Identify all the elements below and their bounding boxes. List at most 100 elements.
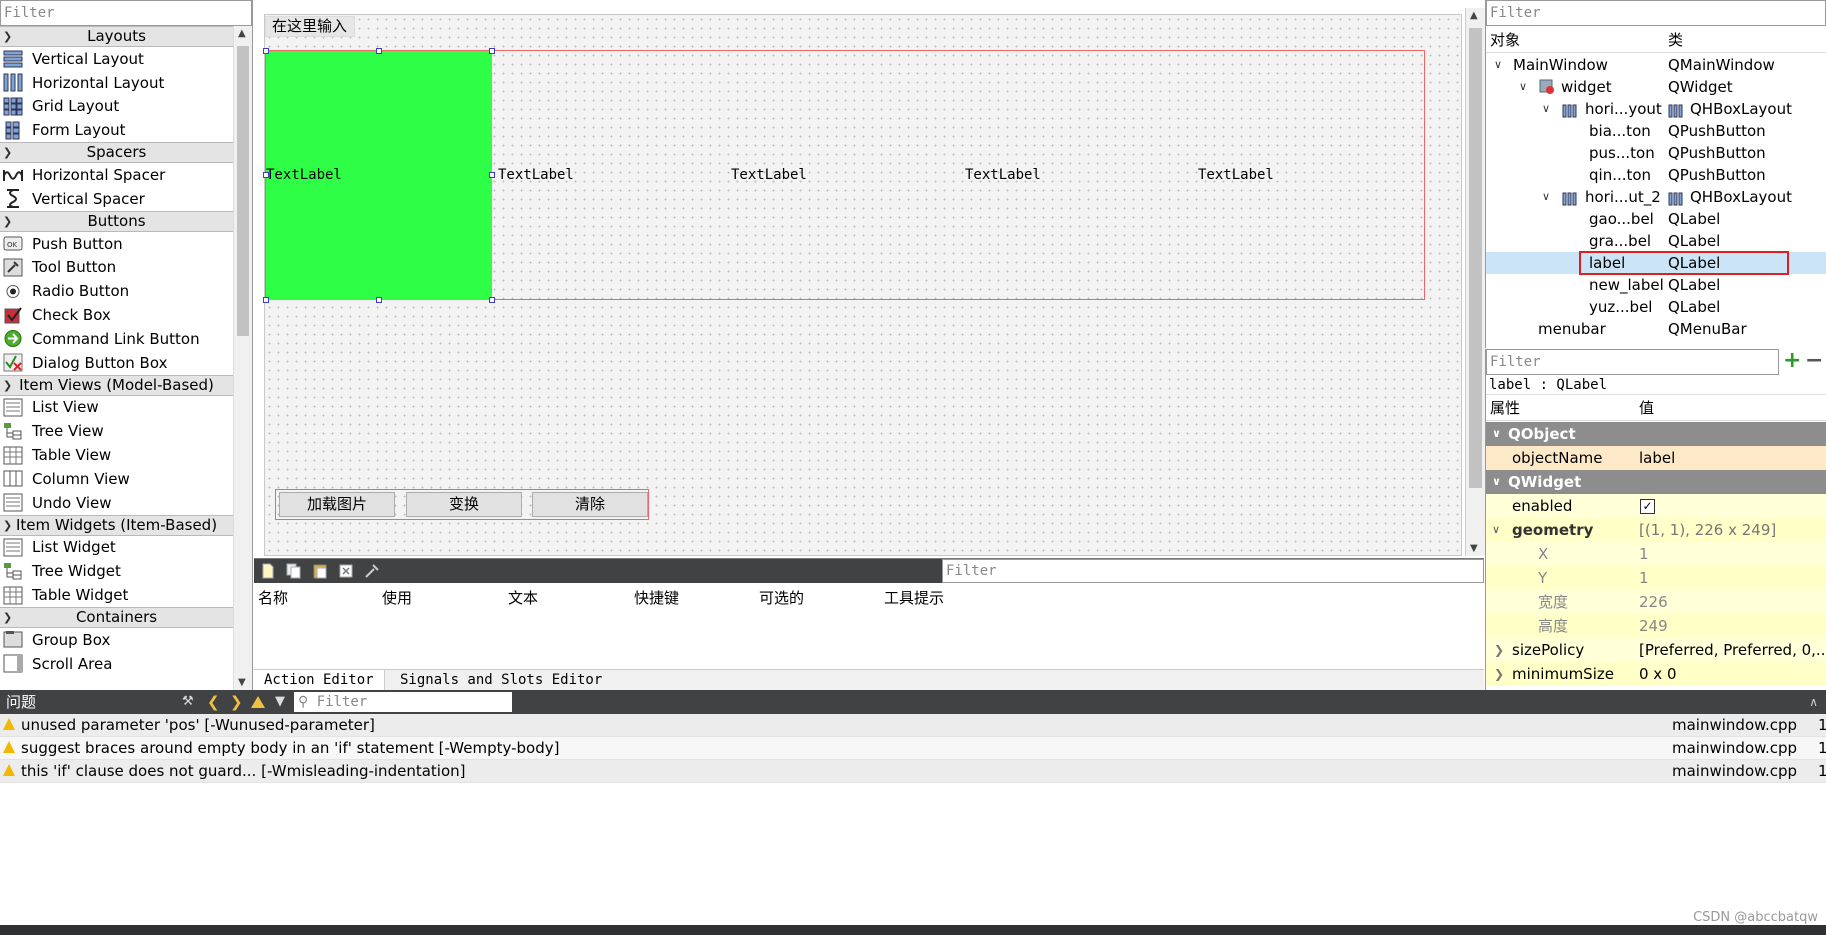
scroll-down-icon[interactable]: ▼: [238, 677, 246, 688]
widget-radio-button[interactable]: Radio Button: [0, 279, 233, 303]
widget-box-filter-input[interactable]: Filter: [0, 0, 252, 26]
category-item-widgets[interactable]: ❯ Item Widgets (Item-Based): [0, 514, 233, 536]
property-value[interactable]: 0 x 0: [1639, 662, 1677, 686]
column-header-shortcut[interactable]: 快捷键: [634, 587, 679, 608]
resize-handle[interactable]: [489, 172, 495, 178]
widget-tree-widget[interactable]: Tree Widget: [0, 559, 233, 583]
tree-row-label-selected[interactable]: label QLabel: [1486, 251, 1826, 275]
next-icon[interactable]: ❯: [230, 690, 243, 714]
enabled-checkbox[interactable]: ✓: [1640, 499, 1655, 514]
column-header-name[interactable]: 名称: [258, 587, 288, 608]
build-icon[interactable]: ⚒: [182, 690, 194, 714]
tree-row-new-label[interactable]: new_label QLabel: [1486, 274, 1826, 296]
column-header-value[interactable]: 值: [1639, 395, 1654, 421]
widget-horizontal-spacer[interactable]: Horizontal Spacer: [0, 163, 233, 187]
tree-row-menubar[interactable]: menubar QMenuBar: [1486, 318, 1826, 340]
issue-row[interactable]: unused parameter 'pos' [-Wunused-paramet…: [0, 714, 1826, 737]
warning-filter-icon[interactable]: [251, 696, 265, 708]
property-row-enabled[interactable]: enabled ✓: [1486, 494, 1826, 518]
delete-action-icon[interactable]: [338, 563, 354, 579]
column-header-text[interactable]: 文本: [508, 587, 538, 608]
chevron-down-icon[interactable]: ∨: [1492, 422, 1501, 446]
column-header-object[interactable]: 对象: [1490, 29, 1520, 50]
new-action-icon[interactable]: [260, 563, 276, 579]
widget-push-button[interactable]: OK Push Button: [0, 232, 233, 256]
tree-row-bia-button[interactable]: bia...ton QPushButton: [1486, 120, 1826, 142]
resize-handle[interactable]: [376, 297, 382, 303]
column-header-class[interactable]: 类: [1668, 29, 1683, 50]
property-filter-input[interactable]: Filter: [1486, 349, 1779, 375]
property-value[interactable]: [(1, 1), 226 x 249]: [1639, 518, 1776, 542]
resize-handle[interactable]: [376, 48, 382, 54]
resize-handle[interactable]: [489, 48, 495, 54]
tree-row-yuz-label[interactable]: yuz...bel QLabel: [1486, 296, 1826, 318]
object-filter-input[interactable]: Filter: [1486, 0, 1826, 26]
issue-row[interactable]: this 'if' clause does not guard... [-Wmi…: [0, 760, 1826, 783]
chevron-up-icon[interactable]: ∧: [1809, 690, 1818, 714]
widget-scroll-area[interactable]: Scroll Area: [0, 652, 233, 676]
chevron-down-icon[interactable]: ∨: [1519, 76, 1527, 98]
widget-horizontal-layout[interactable]: Horizontal Layout: [0, 71, 233, 95]
property-group-qobject[interactable]: ∨ QObject: [1486, 422, 1826, 446]
category-spacers[interactable]: ❯ Spacers: [0, 142, 233, 164]
text-label-4[interactable]: TextLabel: [965, 167, 1041, 183]
chevron-right-icon[interactable]: ❯: [1494, 638, 1504, 662]
tab-action-editor[interactable]: Action Editor: [254, 670, 385, 692]
property-value[interactable]: label: [1639, 446, 1675, 470]
clear-button[interactable]: 清除: [532, 492, 648, 517]
chevron-right-icon[interactable]: ❯: [1494, 662, 1504, 686]
property-value[interactable]: [Preferred, Preferred, 0,...: [1639, 638, 1826, 662]
text-label-5[interactable]: TextLabel: [1198, 167, 1274, 183]
remove-property-icon[interactable]: −: [1805, 350, 1823, 372]
chevron-down-icon[interactable]: ∨: [1494, 54, 1502, 76]
scroll-up-icon[interactable]: ▲: [238, 28, 246, 39]
column-header-used[interactable]: 使用: [382, 587, 412, 608]
chevron-down-icon[interactable]: ∨: [1492, 518, 1500, 542]
scroll-down-icon[interactable]: ▼: [1470, 543, 1478, 554]
property-value[interactable]: 1: [1639, 566, 1649, 590]
property-row-x[interactable]: X1: [1486, 542, 1826, 566]
property-row-objectname[interactable]: objectName label: [1486, 446, 1826, 470]
widget-form-layout[interactable]: Form Layout: [0, 118, 233, 142]
category-layouts[interactable]: ❯ Layouts: [0, 26, 233, 47]
property-value[interactable]: 249: [1639, 614, 1668, 638]
tree-row-gao-label[interactable]: gao...bel QLabel: [1486, 208, 1826, 230]
widget-table-view[interactable]: Table View: [0, 443, 233, 467]
scroll-up-icon[interactable]: ▲: [1470, 10, 1478, 21]
widget-vertical-spacer[interactable]: Vertical Spacer: [0, 187, 233, 211]
widget-dialog-button-box[interactable]: Dialog Button Box: [0, 351, 233, 375]
widget-list-widget[interactable]: List Widget: [0, 536, 233, 560]
text-label-new-label[interactable]: TextLabel: [498, 167, 574, 183]
chevron-down-icon[interactable]: ∨: [1492, 470, 1501, 494]
widget-check-box[interactable]: Check Box: [0, 303, 233, 327]
resize-handle[interactable]: [489, 297, 495, 303]
tab-signals-slots-editor[interactable]: Signals and Slots Editor: [390, 670, 612, 692]
widget-tool-button[interactable]: Tool Button: [0, 256, 233, 280]
tree-row-pus-button[interactable]: pus...ton QPushButton: [1486, 142, 1826, 164]
resize-handle[interactable]: [263, 48, 269, 54]
tree-row-widget[interactable]: ∨ widget QWidget: [1486, 76, 1826, 98]
property-group-qwidget[interactable]: ∨ QWidget: [1486, 470, 1826, 494]
widget-command-link-button[interactable]: Command Link Button: [0, 327, 233, 351]
load-image-button[interactable]: 加载图片: [279, 492, 395, 517]
property-row-sizepolicy[interactable]: ❯ sizePolicy [Preferred, Preferred, 0,...: [1486, 638, 1826, 662]
configure-icon[interactable]: [364, 563, 380, 579]
tree-row-qin-button[interactable]: qin...ton QPushButton: [1486, 164, 1826, 186]
tree-row-gra-label[interactable]: gra...bel QLabel: [1486, 230, 1826, 252]
previous-icon[interactable]: ❮: [207, 690, 220, 714]
menu-bar-placeholder[interactable]: 在这里输入: [265, 16, 355, 37]
form-canvas[interactable]: TextLabel TextLabel TextLabel TextLabel …: [263, 14, 1462, 556]
issues-filter-input[interactable]: ⚲ Filter: [294, 692, 512, 712]
chevron-down-icon[interactable]: ∨: [1542, 98, 1550, 120]
resize-handle[interactable]: [263, 172, 269, 178]
widget-vertical-layout[interactable]: Vertical Layout: [0, 47, 233, 71]
property-value[interactable]: 1: [1639, 542, 1649, 566]
widget-grid-layout[interactable]: Grid Layout: [0, 95, 233, 119]
copy-action-icon[interactable]: [286, 563, 302, 579]
property-row-width[interactable]: 宽度 226: [1486, 590, 1826, 614]
chevron-down-icon[interactable]: ∨: [1542, 186, 1550, 208]
add-property-icon[interactable]: +: [1783, 350, 1801, 372]
property-row-height[interactable]: 高度 249: [1486, 614, 1826, 638]
widget-group-box[interactable]: Group Box: [0, 628, 233, 652]
text-label-yuz[interactable]: TextLabel: [731, 167, 807, 183]
